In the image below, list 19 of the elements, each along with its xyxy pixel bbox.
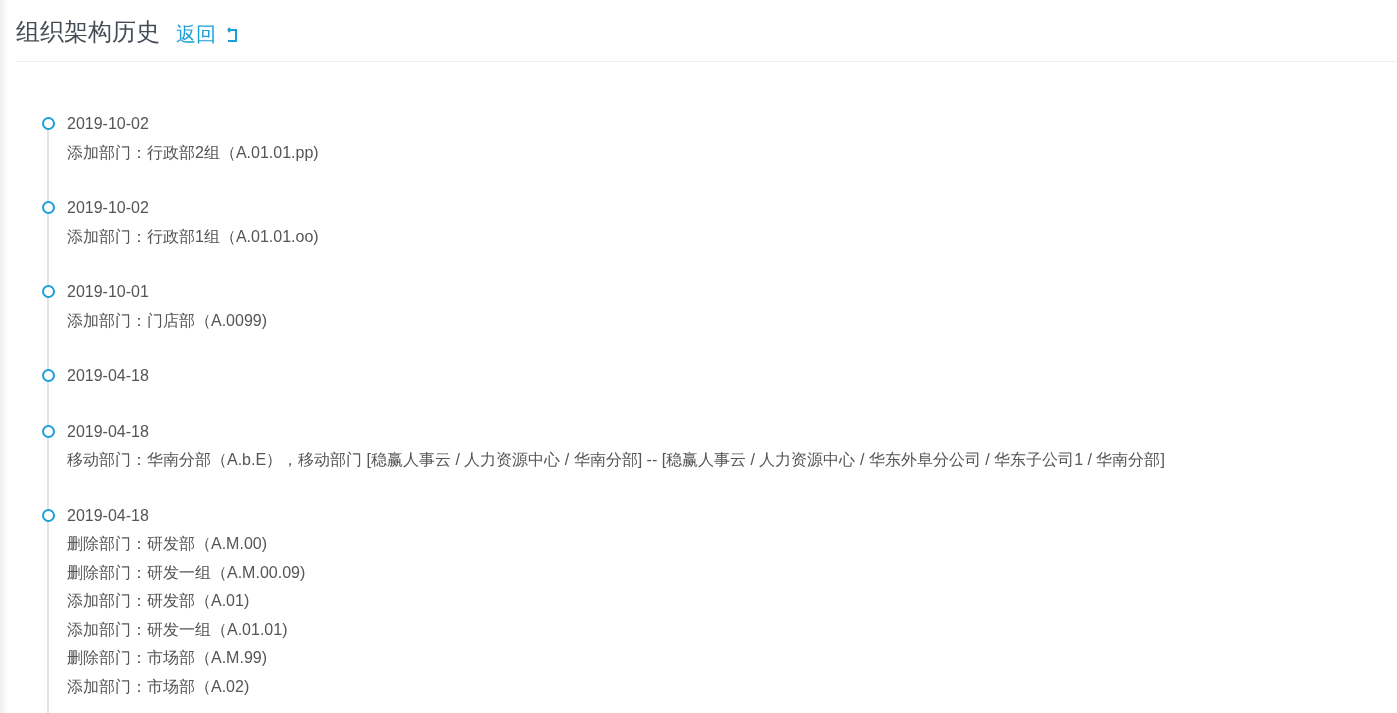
event-description: 移动部门：华南分部（A.b.E），移动部门 [稳赢人事云 / 人力资源中心 / 华南分部] -- [稳赢人事云 / 人力资源中心 / 华东外阜分公司 / 华东子公司1 / 华南分部]	[67, 450, 1165, 470]
event-date: 2019-10-01	[67, 282, 150, 302]
event-description: 添加部门：研发部（A.01)	[67, 591, 251, 611]
event-description: 添加部门：市场部（A.02)	[67, 676, 251, 697]
event-description: 添加部门：行政部2组（A.01.01.pp)	[67, 142, 319, 163]
event-date: 2019-10-02	[67, 198, 150, 218]
event-description: 添加部门：研发一组（A.01.01)	[67, 619, 289, 640]
event-date: 2019-10-02	[67, 114, 150, 134]
event-description: 删除部门：研发部（A.M.00)	[67, 534, 268, 554]
page-title: 组织架构历史	[16, 17, 160, 47]
event-date: 2019-04-18	[67, 421, 150, 442]
event-date: 2019-04-18	[67, 366, 149, 386]
event-description: 删除部门：研发一组（A.M.00.09)	[67, 562, 306, 583]
event-description: 删除部门：市场部（A.M.99)	[67, 648, 268, 668]
event-description: 添加部门：门店部（A.0099)	[67, 310, 268, 331]
event-date: 2019-04-18	[67, 505, 150, 526]
return-icon	[224, 27, 240, 45]
back-link[interactable]: 返回	[176, 19, 240, 49]
event-description: 添加部门：行政部1组（A.01.01.oo)	[67, 226, 319, 247]
